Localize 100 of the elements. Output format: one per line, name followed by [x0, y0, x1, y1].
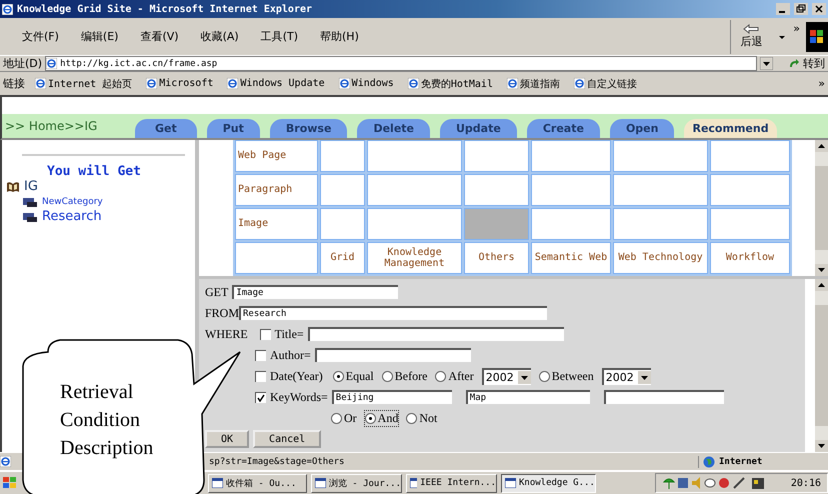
taskbar-button[interactable]: IEEE Intern...: [406, 474, 497, 492]
condition-label: Date(Year): [270, 368, 323, 384]
breadcrumb[interactable]: >> Home>>IG: [2, 119, 125, 133]
taskbar-button[interactable]: Knowledge G...: [501, 474, 596, 492]
ie-icon: [338, 78, 350, 89]
dropdown-arrow-icon[interactable]: [760, 57, 773, 70]
grid-cell[interactable]: [464, 140, 529, 172]
recommend-tab[interactable]: Recommend: [684, 119, 777, 138]
ie-icon: [574, 78, 585, 89]
grid-cell[interactable]: [613, 174, 708, 206]
column-header: Workflow: [710, 242, 790, 274]
taskbar-button[interactable]: 收件箱 - Ou...: [208, 474, 307, 492]
nav-tab[interactable]: Create: [526, 119, 600, 138]
cancel-button[interactable]: Cancel: [253, 430, 322, 448]
grid-cell[interactable]: [531, 208, 611, 240]
address-label: 地址(D): [3, 56, 42, 71]
nav-tab[interactable]: Get: [135, 119, 197, 138]
links-label: 链接: [3, 76, 25, 91]
grid-cell[interactable]: [613, 140, 708, 172]
keyword-field[interactable]: [604, 390, 724, 404]
ie-icon: [2, 4, 13, 14]
grid-cell[interactable]: [710, 174, 790, 206]
column-header: Semantic Web: [531, 242, 611, 274]
window-title: Knowledge Grid Site - Microsoft Internet Explorer: [17, 4, 314, 14]
link-item[interactable]: Internet 起始页: [35, 76, 132, 90]
from-label: FROM: [205, 306, 240, 320]
grid-cell[interactable]: [320, 174, 365, 206]
nav-tab[interactable]: Update: [440, 119, 517, 138]
radio-button[interactable]: [382, 370, 393, 382]
condition-label: Author=: [270, 348, 311, 362]
scrollbar[interactable]: [815, 279, 828, 452]
scrollbar[interactable]: [815, 140, 828, 276]
menu-item[interactable]: 编辑(E): [80, 29, 118, 44]
text-field[interactable]: [314, 348, 471, 362]
checkbox[interactable]: [255, 350, 266, 360]
checkbox[interactable]: [255, 370, 266, 382]
year-select[interactable]: 2002: [602, 368, 651, 384]
get-field[interactable]: Image: [232, 285, 398, 299]
tree-item[interactable]: NewCategory: [42, 196, 103, 206]
grid-cell[interactable]: [320, 208, 365, 240]
ok-button[interactable]: OK: [205, 430, 250, 448]
callout-text: Retrieval Condition Description: [60, 380, 154, 461]
menu-item[interactable]: 文件(F): [22, 29, 59, 44]
from-field[interactable]: Research: [239, 306, 548, 320]
menu-item[interactable]: 工具(T): [260, 29, 298, 44]
nav-tab[interactable]: Open: [610, 119, 674, 138]
taskbar-button[interactable]: 浏览 - Jour...: [311, 474, 402, 492]
nav-tab[interactable]: Browse: [270, 119, 348, 138]
radio-button[interactable]: [406, 412, 418, 424]
grid-cell[interactable]: [710, 140, 790, 172]
grid-cell[interactable]: [531, 140, 611, 172]
menu-item[interactable]: 收藏(A): [200, 29, 239, 44]
link-item[interactable]: 自定义链接: [574, 76, 637, 90]
link-item[interactable]: Windows: [338, 78, 394, 89]
radio-button[interactable]: [331, 412, 342, 424]
grid-cell[interactable]: [710, 208, 790, 240]
grid-cell[interactable]: [464, 174, 529, 206]
radio-button[interactable]: [364, 412, 376, 424]
links-chevron[interactable]: »: [818, 77, 825, 90]
go-button[interactable]: 转到: [803, 56, 825, 71]
grid-cell[interactable]: [367, 174, 462, 206]
link-item[interactable]: 免费的HotMail: [408, 76, 493, 90]
menu-item[interactable]: 帮助(H): [320, 29, 359, 44]
tree-item[interactable]: Research: [42, 209, 102, 224]
checkbox[interactable]: [260, 328, 271, 340]
radio-button[interactable]: [538, 370, 550, 382]
where-label: WHERE: [205, 326, 248, 342]
checkbox[interactable]: [255, 392, 266, 402]
ie-icon: [46, 58, 58, 69]
grid-cell[interactable]: [531, 174, 611, 206]
sidebar-heading: You will Get: [46, 164, 142, 179]
link-item[interactable]: Microsoft: [146, 78, 214, 89]
link-item[interactable]: Windows Update: [227, 78, 325, 89]
restore-icon[interactable]: [794, 3, 808, 15]
minimize-icon[interactable]: [776, 3, 790, 15]
grid-cell[interactable]: [367, 208, 462, 240]
row-header: Image: [235, 208, 318, 240]
nav-tab[interactable]: Put: [206, 119, 260, 138]
keyword-field[interactable]: Beijing: [332, 390, 452, 404]
grid-cell[interactable]: [367, 140, 462, 172]
text-field[interactable]: [308, 327, 564, 341]
clock[interactable]: 20:16: [790, 478, 821, 488]
nav-tab[interactable]: Delete: [357, 119, 430, 138]
close-icon[interactable]: [812, 3, 826, 15]
tree-item[interactable]: IG: [24, 179, 38, 194]
radio-button[interactable]: [332, 370, 344, 382]
ie-icon: [146, 78, 158, 89]
toolbar-chevron[interactable]: »: [793, 22, 800, 35]
windows-logo-icon: [806, 22, 828, 52]
keyword-field[interactable]: Map: [466, 390, 590, 404]
menu-item[interactable]: 查看(V): [140, 29, 179, 44]
radio-button[interactable]: [435, 370, 446, 382]
back-button[interactable]: 后退: [730, 20, 772, 54]
address-field[interactable]: http://kg.ict.ac.cn/frame.asp: [45, 56, 757, 71]
windows-logo-icon[interactable]: [2, 476, 18, 490]
year-select[interactable]: 2002: [482, 368, 531, 384]
grid-cell[interactable]: [464, 208, 529, 240]
grid-cell[interactable]: [320, 140, 365, 172]
link-item[interactable]: 频道指南: [506, 76, 560, 90]
grid-cell[interactable]: [613, 208, 708, 240]
